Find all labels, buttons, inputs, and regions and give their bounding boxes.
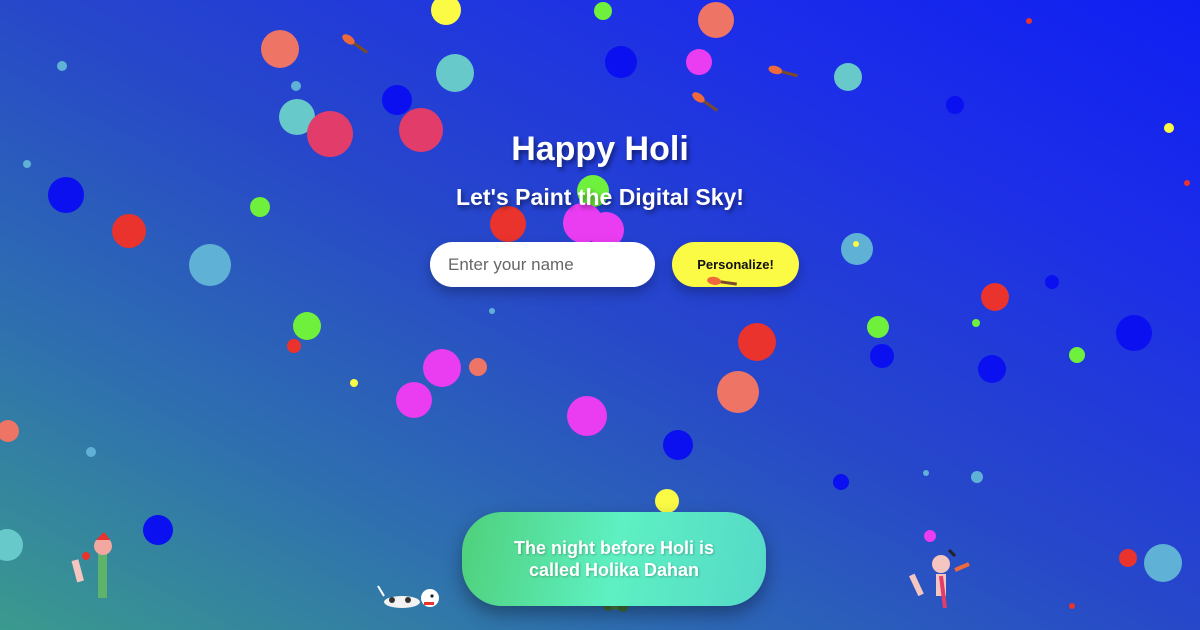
color-bubble <box>594 2 612 20</box>
color-bubble <box>655 489 679 513</box>
color-bubble <box>717 371 759 413</box>
color-bubble <box>436 54 474 92</box>
color-bubble <box>1069 603 1075 609</box>
color-bubble <box>981 283 1009 311</box>
color-bubble <box>423 349 461 387</box>
color-bubble <box>978 355 1006 383</box>
holi-page: Happy Holi Let's Paint the Digital Sky! … <box>0 0 1200 630</box>
color-bubble <box>261 30 299 68</box>
color-bubble <box>738 323 776 361</box>
person-throwing-color-icon <box>909 548 970 609</box>
color-bubble <box>1119 549 1137 567</box>
color-bubble <box>833 474 849 490</box>
color-bubble <box>1026 18 1032 24</box>
color-bubble <box>1116 315 1152 351</box>
page-header: Happy Holi Let's Paint the Digital Sky! <box>0 128 1200 212</box>
page-title: Happy Holi <box>511 130 689 168</box>
color-bubble <box>1144 544 1182 582</box>
color-bubble <box>86 447 96 457</box>
color-bubble <box>923 470 929 476</box>
color-bubble <box>924 530 936 542</box>
color-bubble <box>57 61 67 71</box>
holi-fact-card[interactable]: The night before Holi is called Holika D… <box>462 512 766 606</box>
color-bubble <box>293 312 321 340</box>
color-bubble <box>431 0 461 25</box>
color-bubble <box>189 244 231 286</box>
color-bubble <box>382 85 412 115</box>
color-bubble <box>489 308 495 314</box>
color-bubble <box>1069 347 1085 363</box>
color-bubble <box>143 515 173 545</box>
color-bubble <box>605 46 637 78</box>
color-bubble <box>287 339 301 353</box>
color-bubble <box>0 420 19 442</box>
name-input[interactable] <box>430 242 655 287</box>
color-bubble <box>834 63 862 91</box>
color-bubble <box>396 382 432 418</box>
color-bubble <box>291 81 301 91</box>
color-bubble <box>567 396 607 436</box>
color-bubble <box>971 471 983 483</box>
color-bubble <box>686 49 712 75</box>
color-bubble <box>867 316 889 338</box>
color-bubble <box>469 358 487 376</box>
color-bubble <box>972 319 980 327</box>
color-bubble <box>1045 275 1059 289</box>
color-bubble <box>350 379 358 387</box>
color-bubble <box>853 241 859 247</box>
color-bubble <box>0 529 23 561</box>
color-bubble <box>112 214 146 248</box>
page-subtitle: Let's Paint the Digital Sky! <box>456 184 744 210</box>
color-bubble <box>870 344 894 368</box>
color-bubble <box>946 96 964 114</box>
holi-fact-text: The night before Holi is called Holika D… <box>513 538 714 580</box>
color-bubble <box>663 430 693 460</box>
dog-icon <box>377 585 439 608</box>
personalize-form: Personalize! <box>430 242 800 288</box>
color-bubble <box>841 233 873 265</box>
person-throwing-color-icon <box>71 532 112 598</box>
color-bubble <box>698 2 734 38</box>
